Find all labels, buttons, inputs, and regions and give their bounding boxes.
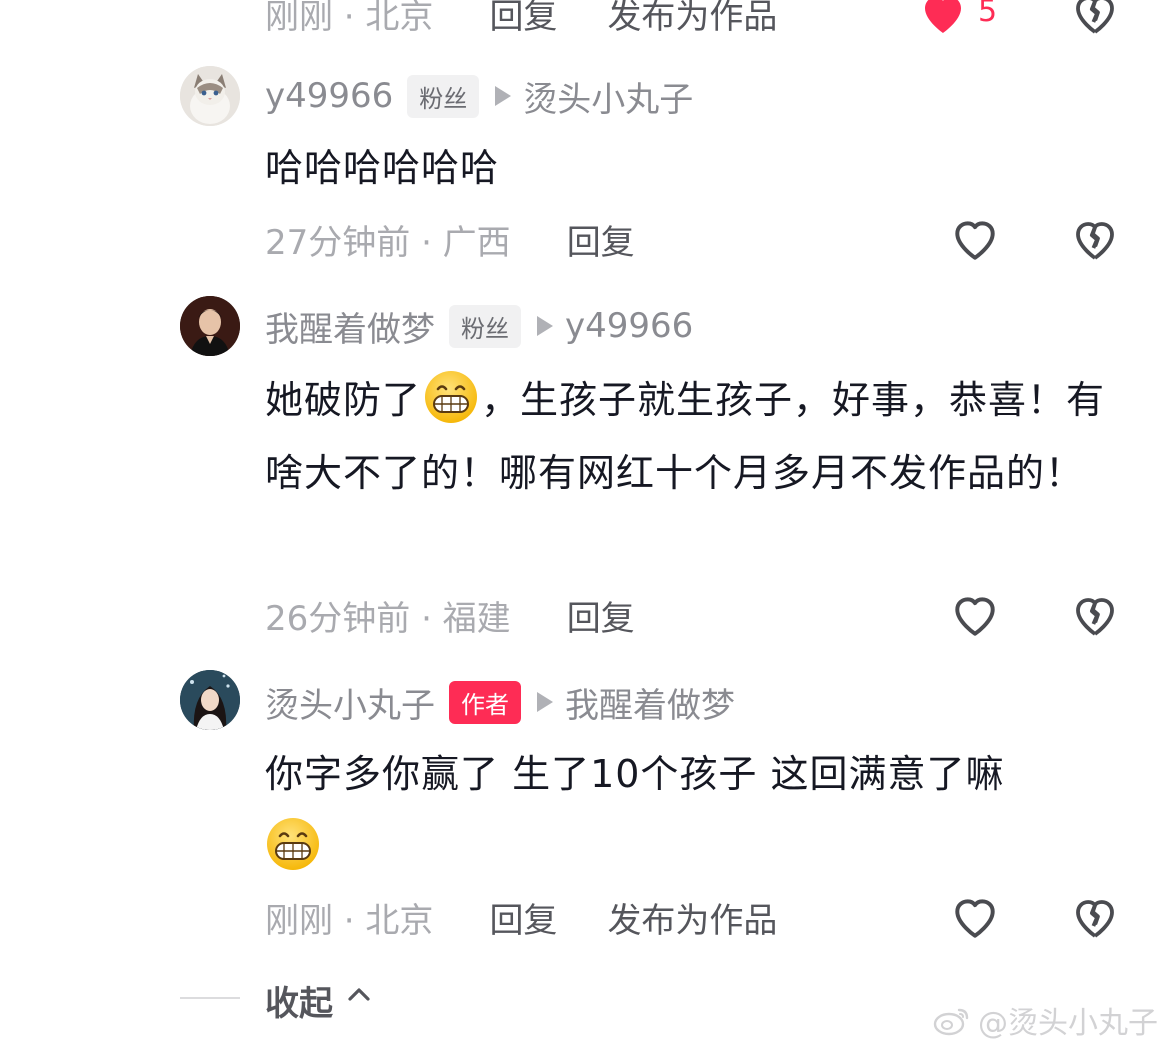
comment-time-location: 26分钟前 · 福建 [265, 598, 511, 639]
partial-comment-footer: 刚刚 · 北京 回复 发布为作品 5 [0, 0, 1170, 38]
comment-text: 她破防了 ，生孩子就生孩子，好事，恭喜！有啥大不了的！哪有网红十个月多月不发作品的… [265, 364, 1125, 510]
reply-button[interactable]: 回复 [567, 591, 635, 640]
comment-username[interactable]: y49966 [265, 76, 393, 116]
grinning-face-icon [425, 371, 478, 423]
comment-item: 烫头小丸子 作者 我醒着做梦 你字多你赢了 生了10个孩子 这回满意了嘛 刚刚 … [0, 670, 1170, 950]
collapse-label: 收起 [265, 984, 333, 1024]
comment-item: 我醒着做梦 粉丝 y49966 她破防了 ，生孩子就生孩子，好事，恭喜！有啥大不了… [0, 296, 1170, 646]
dislike-button[interactable] [1070, 0, 1120, 38]
like-button[interactable] [950, 590, 1000, 640]
comment-text-part: 她破防了 [265, 378, 422, 422]
reply-target-username[interactable]: y49966 [565, 306, 693, 346]
like-button[interactable] [950, 214, 1000, 264]
publish-as-work-button[interactable]: 发布为作品 [607, 893, 777, 942]
avatar[interactable] [180, 670, 240, 730]
reply-button[interactable]: 回复 [567, 215, 635, 264]
fan-badge: 粉丝 [407, 74, 480, 118]
comment-item: y49966 粉丝 烫头小丸子 哈哈哈哈哈哈 27分钟前 · 广西 回复 [0, 64, 1170, 274]
like-button[interactable] [918, 0, 968, 38]
reply-target-username[interactable]: 烫头小丸子 [523, 72, 693, 121]
weibo-logo-icon [933, 1008, 969, 1036]
author-badge: 作者 [449, 680, 521, 724]
dislike-button[interactable] [1070, 892, 1120, 942]
weibo-watermark: @烫头小丸子 [932, 998, 1158, 1042]
broken-heart-icon [1076, 900, 1114, 938]
broken-heart-icon [1076, 0, 1114, 34]
comment-text: 你字多你赢了 生了10个孩子 这回满意了嘛 [265, 738, 1125, 884]
comment-username[interactable]: 烫头小丸子 [265, 678, 435, 727]
avatar[interactable] [180, 66, 240, 126]
publish-as-work-button[interactable]: 发布为作品 [607, 0, 777, 38]
avatar[interactable] [180, 296, 240, 356]
like-count: 5 [978, 0, 998, 29]
chevron-up-icon [348, 988, 370, 1001]
comment-time-location: 刚刚 · 北京 [265, 0, 434, 37]
reply-button[interactable]: 回复 [489, 0, 557, 38]
comment-time-location: 27分钟前 · 广西 [265, 222, 511, 263]
reply-arrow-icon [537, 692, 553, 712]
watermark-text: @烫头小丸子 [978, 1006, 1158, 1041]
comment-text: 哈哈哈哈哈哈 [265, 146, 500, 190]
heart-outline-icon [955, 597, 995, 636]
divider [180, 997, 240, 999]
cat-avatar-icon [180, 66, 240, 126]
reply-arrow-icon [537, 316, 553, 336]
heart-outline-icon [955, 899, 995, 938]
comment-time-location: 刚刚 · 北京 [265, 900, 434, 941]
reply-target-username[interactable]: 我醒着做梦 [565, 678, 735, 727]
dislike-button[interactable] [1070, 590, 1120, 640]
comment-text-part: 你字多你赢了 生了10个孩子 这回满意了嘛 [265, 752, 1005, 796]
reply-button[interactable]: 回复 [489, 893, 557, 942]
person-avatar-icon [180, 670, 240, 730]
dislike-button[interactable] [1070, 214, 1120, 264]
like-button[interactable] [950, 892, 1000, 942]
grinning-face-icon [267, 818, 319, 870]
heart-filled-icon [925, 0, 961, 33]
broken-heart-icon [1076, 222, 1114, 260]
person-avatar-icon [180, 296, 240, 356]
broken-heart-icon [1076, 598, 1114, 636]
fan-badge: 粉丝 [449, 304, 521, 348]
reply-arrow-icon [495, 86, 512, 106]
heart-outline-icon [955, 221, 995, 260]
comment-username[interactable]: 我醒着做梦 [265, 302, 435, 351]
